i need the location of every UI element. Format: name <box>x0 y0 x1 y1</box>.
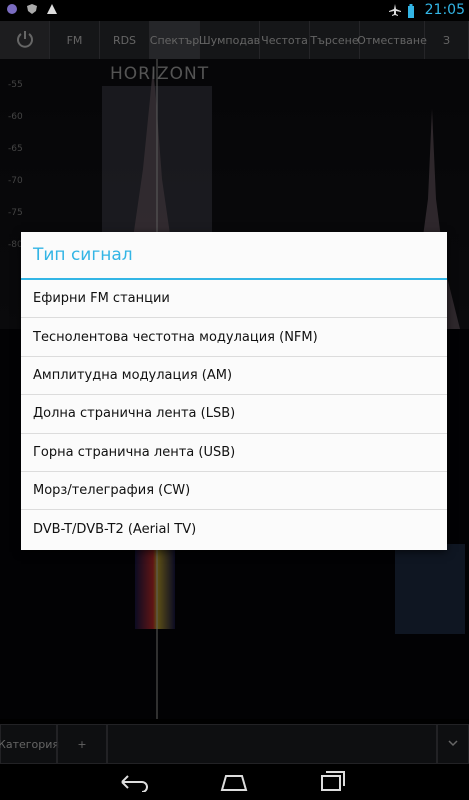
option-dvb-t[interactable]: DVB-T/DVB-T2 (Aerial TV) <box>21 510 447 548</box>
shield-icon <box>26 3 38 15</box>
option-cw[interactable]: Морз/телеграфия (CW) <box>21 472 447 511</box>
option-lsb[interactable]: Долна странична лента (LSB) <box>21 395 447 434</box>
option-fm-broadcast[interactable]: Ефирни FM станции <box>21 280 447 319</box>
recent-apps-icon[interactable] <box>320 770 348 796</box>
airplane-mode-icon <box>388 4 401 16</box>
status-bar: 21:05 <box>0 0 469 21</box>
dialog-title: Тип сигнал <box>21 232 447 280</box>
option-nfm[interactable]: Теснолентова честотна модулация (NFM) <box>21 318 447 357</box>
signal-type-dialog: Тип сигнал Ефирни FM станции Теснолентов… <box>21 232 447 550</box>
option-am[interactable]: Амплитудна модулация (AM) <box>21 357 447 396</box>
back-icon[interactable] <box>118 772 150 796</box>
app-notification-icon <box>6 3 18 15</box>
home-icon[interactable] <box>218 772 250 796</box>
navigation-bar <box>0 764 469 800</box>
option-usb[interactable]: Горна странична лента (USB) <box>21 434 447 472</box>
warning-icon <box>46 3 58 15</box>
battery-charging-icon <box>407 4 419 18</box>
status-time: 21:05 <box>424 2 465 18</box>
